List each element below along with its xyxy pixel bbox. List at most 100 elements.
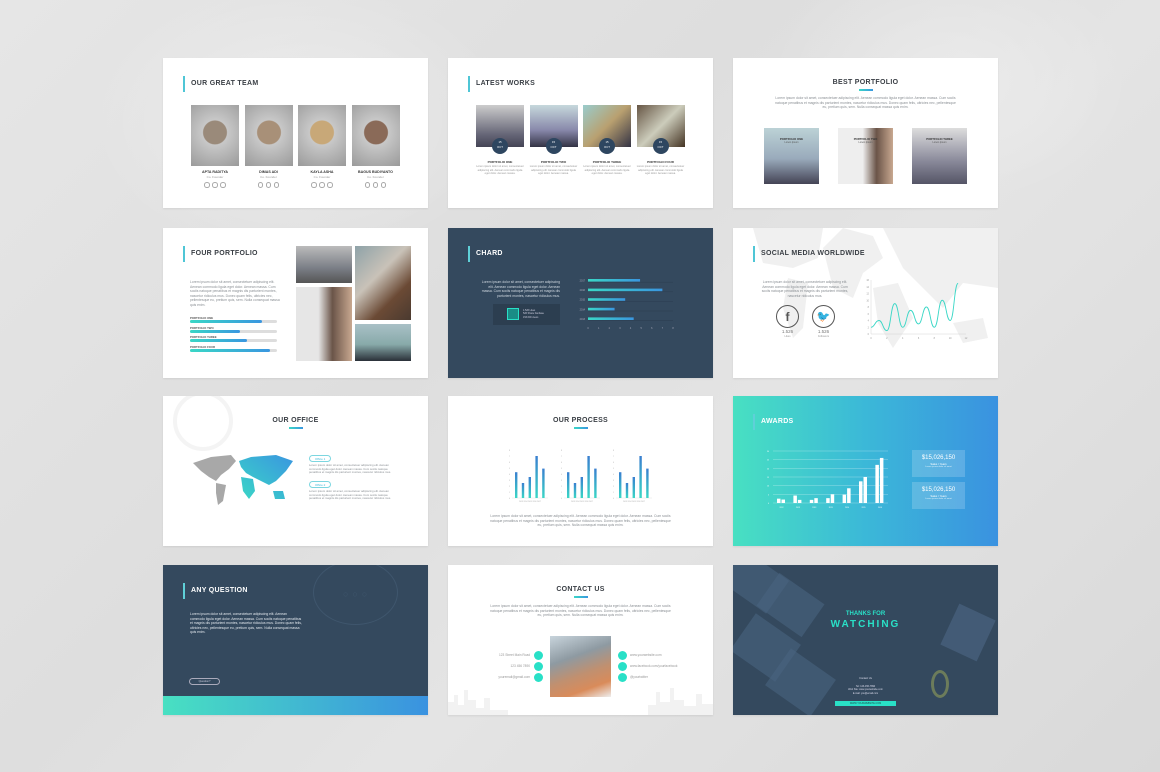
x-tick-label: 2013 bbox=[796, 507, 800, 509]
x-tick-label: 6 bbox=[651, 327, 653, 330]
slide-thanks-for-watching[interactable]: THANKS FOR WATCHING Contact Us Tel: 123-… bbox=[733, 565, 998, 715]
bar bbox=[859, 481, 863, 503]
world-map bbox=[193, 455, 293, 505]
linkedin-icon[interactable] bbox=[327, 182, 333, 188]
twitter-icon[interactable]: 🐦 bbox=[812, 305, 835, 328]
y-tick-label: 20 bbox=[767, 468, 769, 470]
website-bar[interactable]: WWW.YOURWEBSITE.COM bbox=[835, 701, 896, 706]
slide-our-office[interactable]: OUR OFFICE Office 1 Lorem ipsum dolor sit… bbox=[163, 396, 428, 546]
slide-latest-works[interactable]: LATEST WORKS 15 OCT PORTFOLIO ONE Lorem ips… bbox=[448, 58, 713, 208]
google-plus-icon[interactable] bbox=[212, 182, 218, 188]
x-tick-label: 8 bbox=[934, 337, 936, 340]
y-tick-label: 2 bbox=[561, 486, 562, 488]
y-tick-label: 25 bbox=[767, 460, 769, 462]
y-tick-label: 15 bbox=[767, 477, 769, 479]
slide-title: BEST PORTFOLIO bbox=[832, 79, 899, 86]
y-tick-label: 2 bbox=[509, 486, 510, 488]
google-plus-icon[interactable] bbox=[319, 182, 325, 188]
slide-contact-us[interactable]: CONTACT US Lorem ipsum dolor sit amet, c… bbox=[448, 565, 713, 715]
portfolio-card[interactable]: PORTFOLIO ONE Lorem Ipsum bbox=[764, 128, 819, 184]
work-label: PORTFOLIO THREE bbox=[592, 160, 622, 164]
team-member-role: Co. Founder bbox=[260, 175, 277, 179]
progress-fill bbox=[190, 339, 248, 342]
contact-info-right[interactable]: www.facebook.com/yourfacebook bbox=[630, 664, 677, 668]
y-tick-label: 12 bbox=[866, 293, 869, 296]
work-desc: Lorem ipsum dolor sit amet, consectetuer… bbox=[583, 165, 631, 176]
facebook-icon[interactable] bbox=[311, 182, 317, 188]
y-tick-label: 3 bbox=[561, 480, 562, 482]
x-tick-label: 10 bbox=[949, 337, 952, 340]
progress-fill bbox=[190, 320, 263, 323]
photo-bridge-woman bbox=[355, 246, 411, 320]
portfolio-card[interactable]: PORTFOLIO THREE Lorem Ipsum bbox=[912, 128, 967, 184]
bar bbox=[515, 472, 518, 498]
slide-social-media-worldwide[interactable]: SOCIAL MEDIA WORLDWIDE Lorem ipsum dolor… bbox=[733, 228, 998, 378]
team-photo bbox=[244, 105, 293, 166]
globe-icon bbox=[618, 651, 627, 660]
slide-any-question[interactable]: ○○○ ANY QUESTION Lorem ipsum dolor sit a… bbox=[163, 565, 428, 715]
body-text: Lorem ipsum dolor sit amet, consectetuer… bbox=[761, 280, 849, 298]
work-desc: Lorem ipsum dolor sit amet, consectetuer… bbox=[636, 165, 685, 176]
thanks-line2: WATCHING bbox=[830, 619, 901, 630]
y-tick-label: 1 bbox=[561, 492, 562, 494]
y-tick-label: 8 bbox=[868, 306, 870, 309]
slide-title: OUR GREAT TEAM bbox=[183, 76, 258, 92]
y-tick-label: 0 bbox=[561, 498, 562, 500]
bar bbox=[863, 477, 867, 503]
linkedin-icon[interactable] bbox=[273, 182, 279, 188]
bar bbox=[521, 483, 525, 498]
office-tag[interactable]: Office 1 bbox=[309, 455, 332, 462]
award-desc: Lorem ipsum dolor sit amet bbox=[925, 466, 952, 468]
contact-info-left: 123 Street Main Road bbox=[498, 653, 530, 657]
portfolio-card[interactable]: PORTFOLIO TWO Lorem Ipsum bbox=[838, 128, 893, 184]
process-bar-charts: 0 1 2 3 4 5 6 7 8 2013 2014 2015 2016 2017 0 1 2 3 4 5 6… bbox=[509, 450, 652, 503]
y-tick-label: 1 bbox=[613, 492, 614, 494]
facebook-count: 1.526 bbox=[781, 329, 794, 334]
line-chart: 0 2 4 6 8 10 12 14 16 0 2 4 6 8 10 12 bbox=[866, 279, 968, 340]
work-desc: Lorem ipsum dolor sit amet, consectetuer… bbox=[529, 165, 578, 176]
google-plus-icon[interactable] bbox=[372, 182, 378, 188]
contact-info-right[interactable]: www.yourwebsite.com bbox=[630, 653, 662, 657]
team-member-role: Co. Founder bbox=[206, 175, 224, 179]
y-tick-label: 7 bbox=[613, 456, 614, 458]
question-button[interactable]: Question? bbox=[189, 678, 220, 685]
slide-best-portfolio[interactable]: BEST PORTFOLIO Lorem ipsum dolor sit ame… bbox=[733, 58, 998, 208]
body-text: Lorem ipsum dolor sit amet, consectetuer… bbox=[490, 604, 671, 618]
google-plus-icon[interactable] bbox=[265, 182, 271, 188]
y-tick-label: 2 bbox=[613, 486, 614, 488]
facebook-icon[interactable] bbox=[364, 182, 370, 188]
linkedin-icon[interactable] bbox=[380, 182, 386, 188]
bar bbox=[587, 456, 590, 498]
contact-info-right[interactable]: @yourtwitter bbox=[630, 675, 648, 679]
bar bbox=[809, 499, 814, 503]
facebook-icon[interactable] bbox=[257, 182, 263, 188]
date-badge: 15 OCT bbox=[492, 138, 508, 154]
y-tick-label: 14 bbox=[866, 286, 869, 289]
team-member-role: Co. Founder bbox=[367, 175, 384, 179]
contact-info-left: youremail@gmail.com bbox=[498, 675, 530, 679]
facebook-icon[interactable] bbox=[204, 182, 210, 188]
bar bbox=[567, 472, 570, 498]
slide-our-great-team[interactable]: OUR GREAT TEAM APTA RADITYA Co. Founder DI… bbox=[163, 58, 428, 208]
office-tag[interactable]: Office 2 bbox=[309, 481, 332, 488]
linkedin-icon[interactable] bbox=[220, 182, 226, 188]
slide-our-process[interactable]: OUR PROCESS 0 1 2 3 4 5 6 7 8 2013 2014 2015 2016… bbox=[448, 396, 713, 546]
slide-title: CHARD bbox=[468, 246, 503, 262]
photo-car-beach bbox=[355, 324, 411, 361]
slide-awards[interactable]: AWARDS 0 5 10 15 20 25 30 2012 2013 2013 2013 2014 2… bbox=[733, 396, 998, 546]
facebook-icon[interactable]: f bbox=[776, 305, 799, 328]
x-tick-label: 4 bbox=[902, 337, 904, 340]
bar bbox=[826, 498, 830, 503]
y-tick-label: 6 bbox=[509, 462, 510, 464]
slide-four-portfolio[interactable]: FOUR PORTFOLIO Lorem ipsum dolor sit ame… bbox=[163, 228, 428, 378]
slide-chard[interactable]: CHARD Lorem ipsum dolor sit amet, consec… bbox=[448, 228, 713, 378]
progress-label: PORTFOLIO FOUR bbox=[190, 344, 216, 349]
horizontal-bar-chart: 2017 2016 2015 2014 2013 0 1 2 3 4 5 6 7 8 bbox=[580, 279, 674, 330]
progress-bar bbox=[190, 329, 277, 333]
team-member-name: BAGUS BUDIYANTO bbox=[358, 170, 393, 174]
bar bbox=[588, 307, 615, 311]
date-badge: 15 OCT bbox=[652, 138, 669, 154]
slide-title: OUR OFFICE bbox=[272, 417, 319, 424]
portfolio-sub: Lorem Ipsum bbox=[932, 141, 947, 144]
contact-info-left: 123 456 7890 bbox=[510, 664, 531, 668]
